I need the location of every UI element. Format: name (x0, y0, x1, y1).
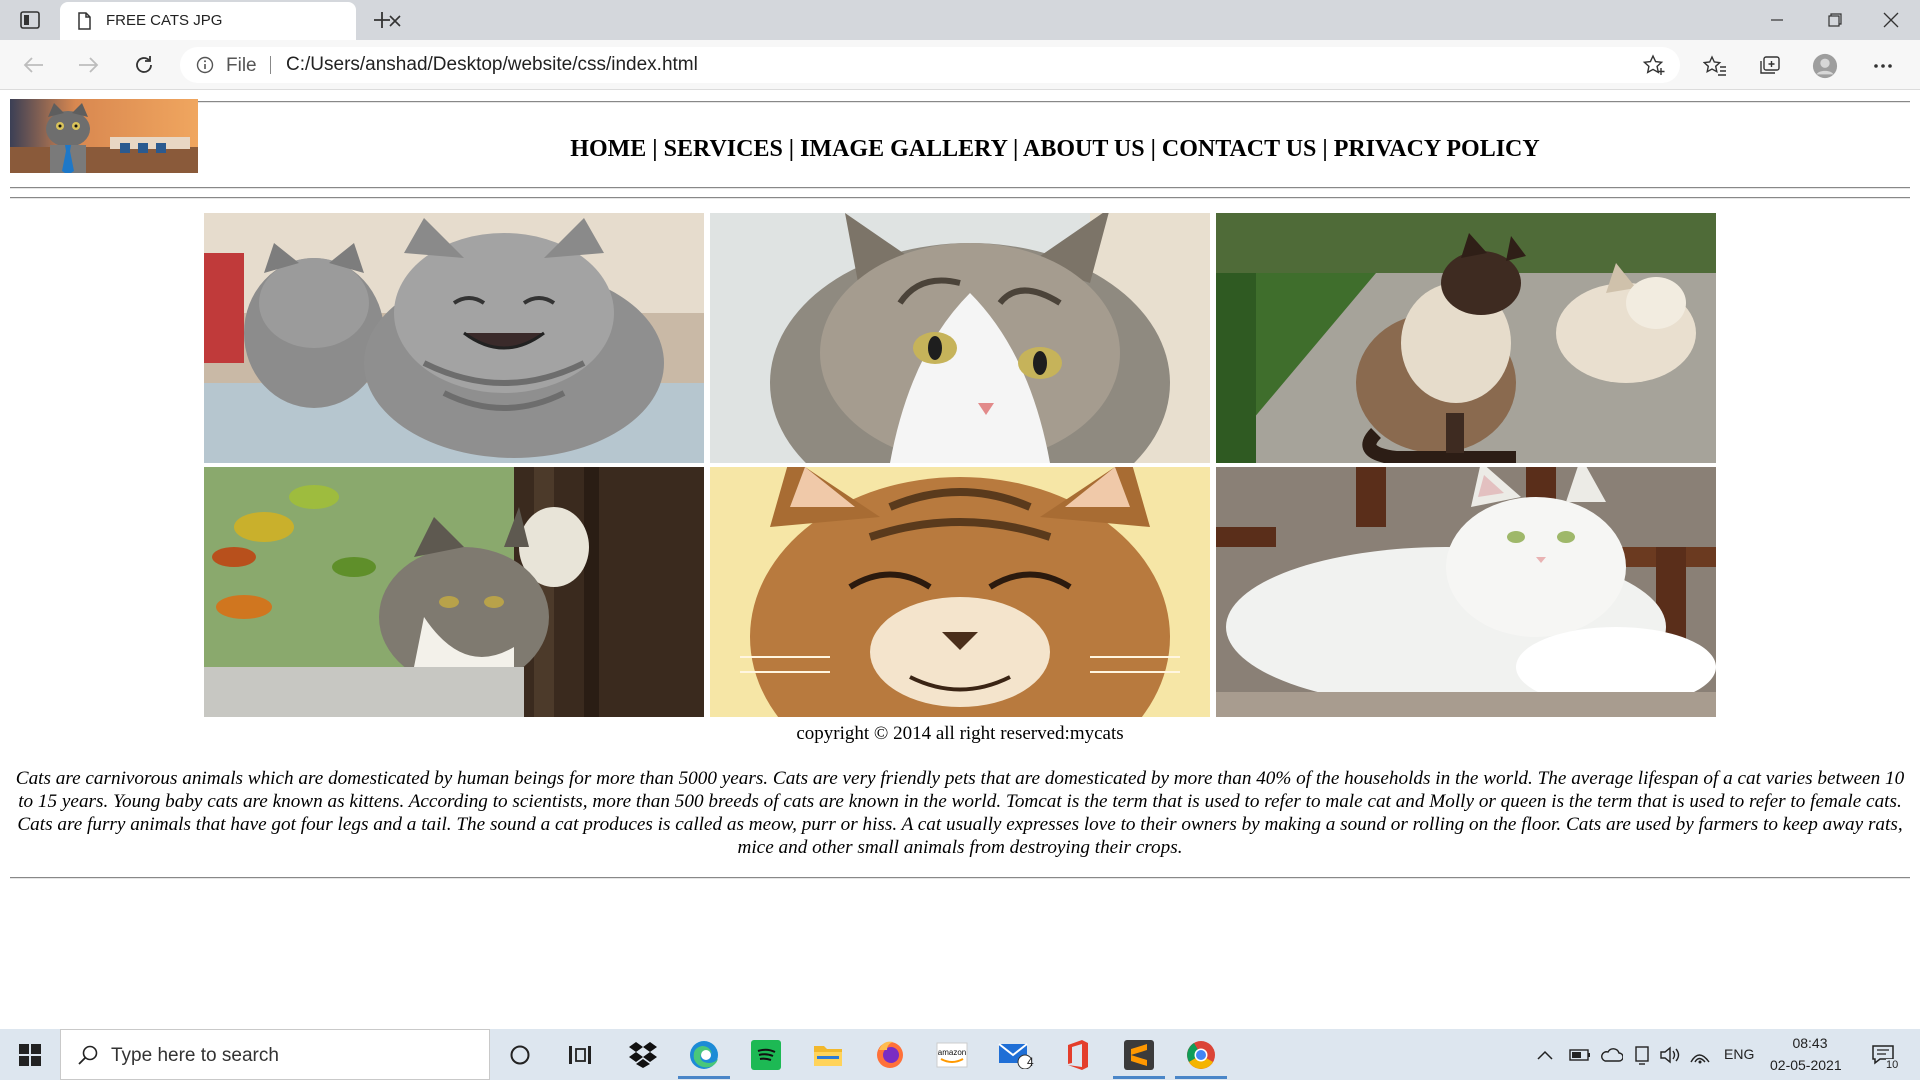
cats-description-paragraph: Cats are carnivorous animals which are d… (15, 768, 1905, 858)
wifi-icon[interactable] (1688, 1037, 1712, 1073)
main-navigation: HOME | SERVICES | IMAGE GALLERY | ABOUT … (200, 136, 1910, 163)
nav-separator: | (1144, 136, 1162, 162)
firefox-icon[interactable] (872, 1037, 908, 1073)
browser-tab-bar: FREE CATS JPG (0, 0, 1920, 40)
active-app-indicator-2 (1113, 1076, 1165, 1079)
copyright-text: copyright © 2014 all right reserved:myca… (796, 723, 1124, 744)
favorites-icon[interactable] (1702, 53, 1728, 79)
svg-text:amazon: amazon (938, 1048, 966, 1057)
white-fluffy-cat-photo[interactable] (1216, 467, 1716, 717)
show-hidden-icons-chevron-icon[interactable] (1534, 1037, 1556, 1073)
clock-time[interactable]: 08:43 (1790, 1035, 1830, 1051)
close-window-icon[interactable] (1862, 0, 1920, 40)
header-top-rule (198, 101, 1910, 103)
spotify-icon[interactable] (748, 1037, 784, 1073)
footer-rule (10, 877, 1910, 879)
info-icon[interactable] (196, 56, 214, 74)
nav-separator: | (1007, 136, 1024, 162)
omnibox-divider (270, 56, 271, 74)
nav-link-services[interactable]: SERVICES (664, 136, 783, 162)
active-app-indicator (678, 1076, 730, 1079)
profile-avatar-icon[interactable] (1812, 53, 1838, 79)
chrome-icon[interactable] (1183, 1037, 1219, 1073)
more-options-icon[interactable] (1870, 53, 1896, 79)
laughing-kittens-photo[interactable] (204, 213, 704, 463)
tab-title: FREE CATS JPG (106, 12, 223, 29)
edge-browser-icon[interactable] (686, 1037, 722, 1073)
forward-arrow-icon[interactable] (70, 49, 106, 81)
sublime-text-icon[interactable] (1121, 1037, 1157, 1073)
restore-icon[interactable] (1806, 0, 1864, 40)
refresh-icon[interactable] (126, 49, 162, 81)
nav-link-contact-us[interactable]: CONTACT US (1162, 136, 1316, 162)
dropbox-icon[interactable] (625, 1037, 661, 1073)
windows-start-icon[interactable] (0, 1029, 60, 1080)
nav-separator: | (1316, 136, 1334, 162)
office-icon[interactable] (1059, 1037, 1095, 1073)
mail-badge: 4 (1027, 1055, 1034, 1069)
active-app-indicator-3 (1175, 1076, 1227, 1079)
cortana-icon[interactable] (502, 1037, 538, 1073)
back-arrow-icon[interactable] (16, 49, 52, 81)
file-explorer-icon[interactable] (810, 1037, 846, 1073)
search-icon (78, 1045, 98, 1065)
onedrive-cloud-icon[interactable] (1598, 1037, 1624, 1073)
tabby-cat-behind-tree-photo[interactable] (204, 467, 704, 717)
task-view-icon[interactable] (562, 1037, 598, 1073)
image-gallery (204, 213, 1716, 721)
clock-date[interactable]: 02-05-2021 (1770, 1057, 1842, 1073)
web-page: HOME | SERVICES | IMAGE GALLERY | ABOUT … (0, 91, 1920, 1029)
nav-separator: | (646, 136, 664, 162)
url-text[interactable]: C:/Users/anshad/Desktop/website/css/inde… (286, 54, 698, 76)
file-scheme-label: File (226, 55, 257, 76)
amazon-icon[interactable]: amazon (934, 1037, 970, 1073)
header-bottom-rule-2 (10, 197, 1910, 199)
battery-icon[interactable] (1568, 1037, 1592, 1073)
smiling-kitten-photo[interactable] (710, 467, 1210, 717)
add-favorite-star-icon[interactable] (1642, 54, 1666, 76)
document-icon (78, 12, 91, 30)
siamese-cats-photo[interactable] (1216, 213, 1716, 463)
nav-link-home[interactable]: HOME (570, 136, 646, 162)
tab-actions-menu-icon[interactable] (14, 8, 46, 32)
input-language-label[interactable]: ENG (1724, 1046, 1754, 1062)
nav-link-image-gallery[interactable]: IMAGE GALLERY (800, 136, 1007, 162)
nav-separator: | (782, 136, 801, 162)
tabby-white-cat-face-photo[interactable] (710, 213, 1210, 463)
taskbar-search-box[interactable]: Type here to search (60, 1029, 490, 1080)
site-logo[interactable] (10, 99, 198, 173)
search-placeholder: Type here to search (111, 1045, 279, 1066)
notification-count-badge: 10 (1886, 1059, 1899, 1071)
new-tab-icon[interactable] (368, 6, 396, 34)
address-toolbar: File C:/Users/anshad/Desktop/website/css… (0, 40, 1920, 90)
collections-icon[interactable] (1757, 53, 1783, 79)
nav-link-about-us[interactable]: ABOUT US (1023, 136, 1145, 162)
device-icon[interactable] (1630, 1037, 1654, 1073)
nav-link-privacy-policy[interactable]: PRIVACY POLICY (1334, 136, 1540, 162)
address-bar[interactable]: File C:/Users/anshad/Desktop/website/css… (180, 47, 1680, 83)
minimize-icon[interactable] (1748, 0, 1806, 40)
volume-icon[interactable] (1658, 1037, 1682, 1073)
header-bottom-rule (10, 187, 1910, 189)
browser-tab-active[interactable]: FREE CATS JPG (60, 2, 401, 40)
windows-taskbar: Type here to search amazon 4 ENG 08:43 0… (0, 1029, 1920, 1080)
